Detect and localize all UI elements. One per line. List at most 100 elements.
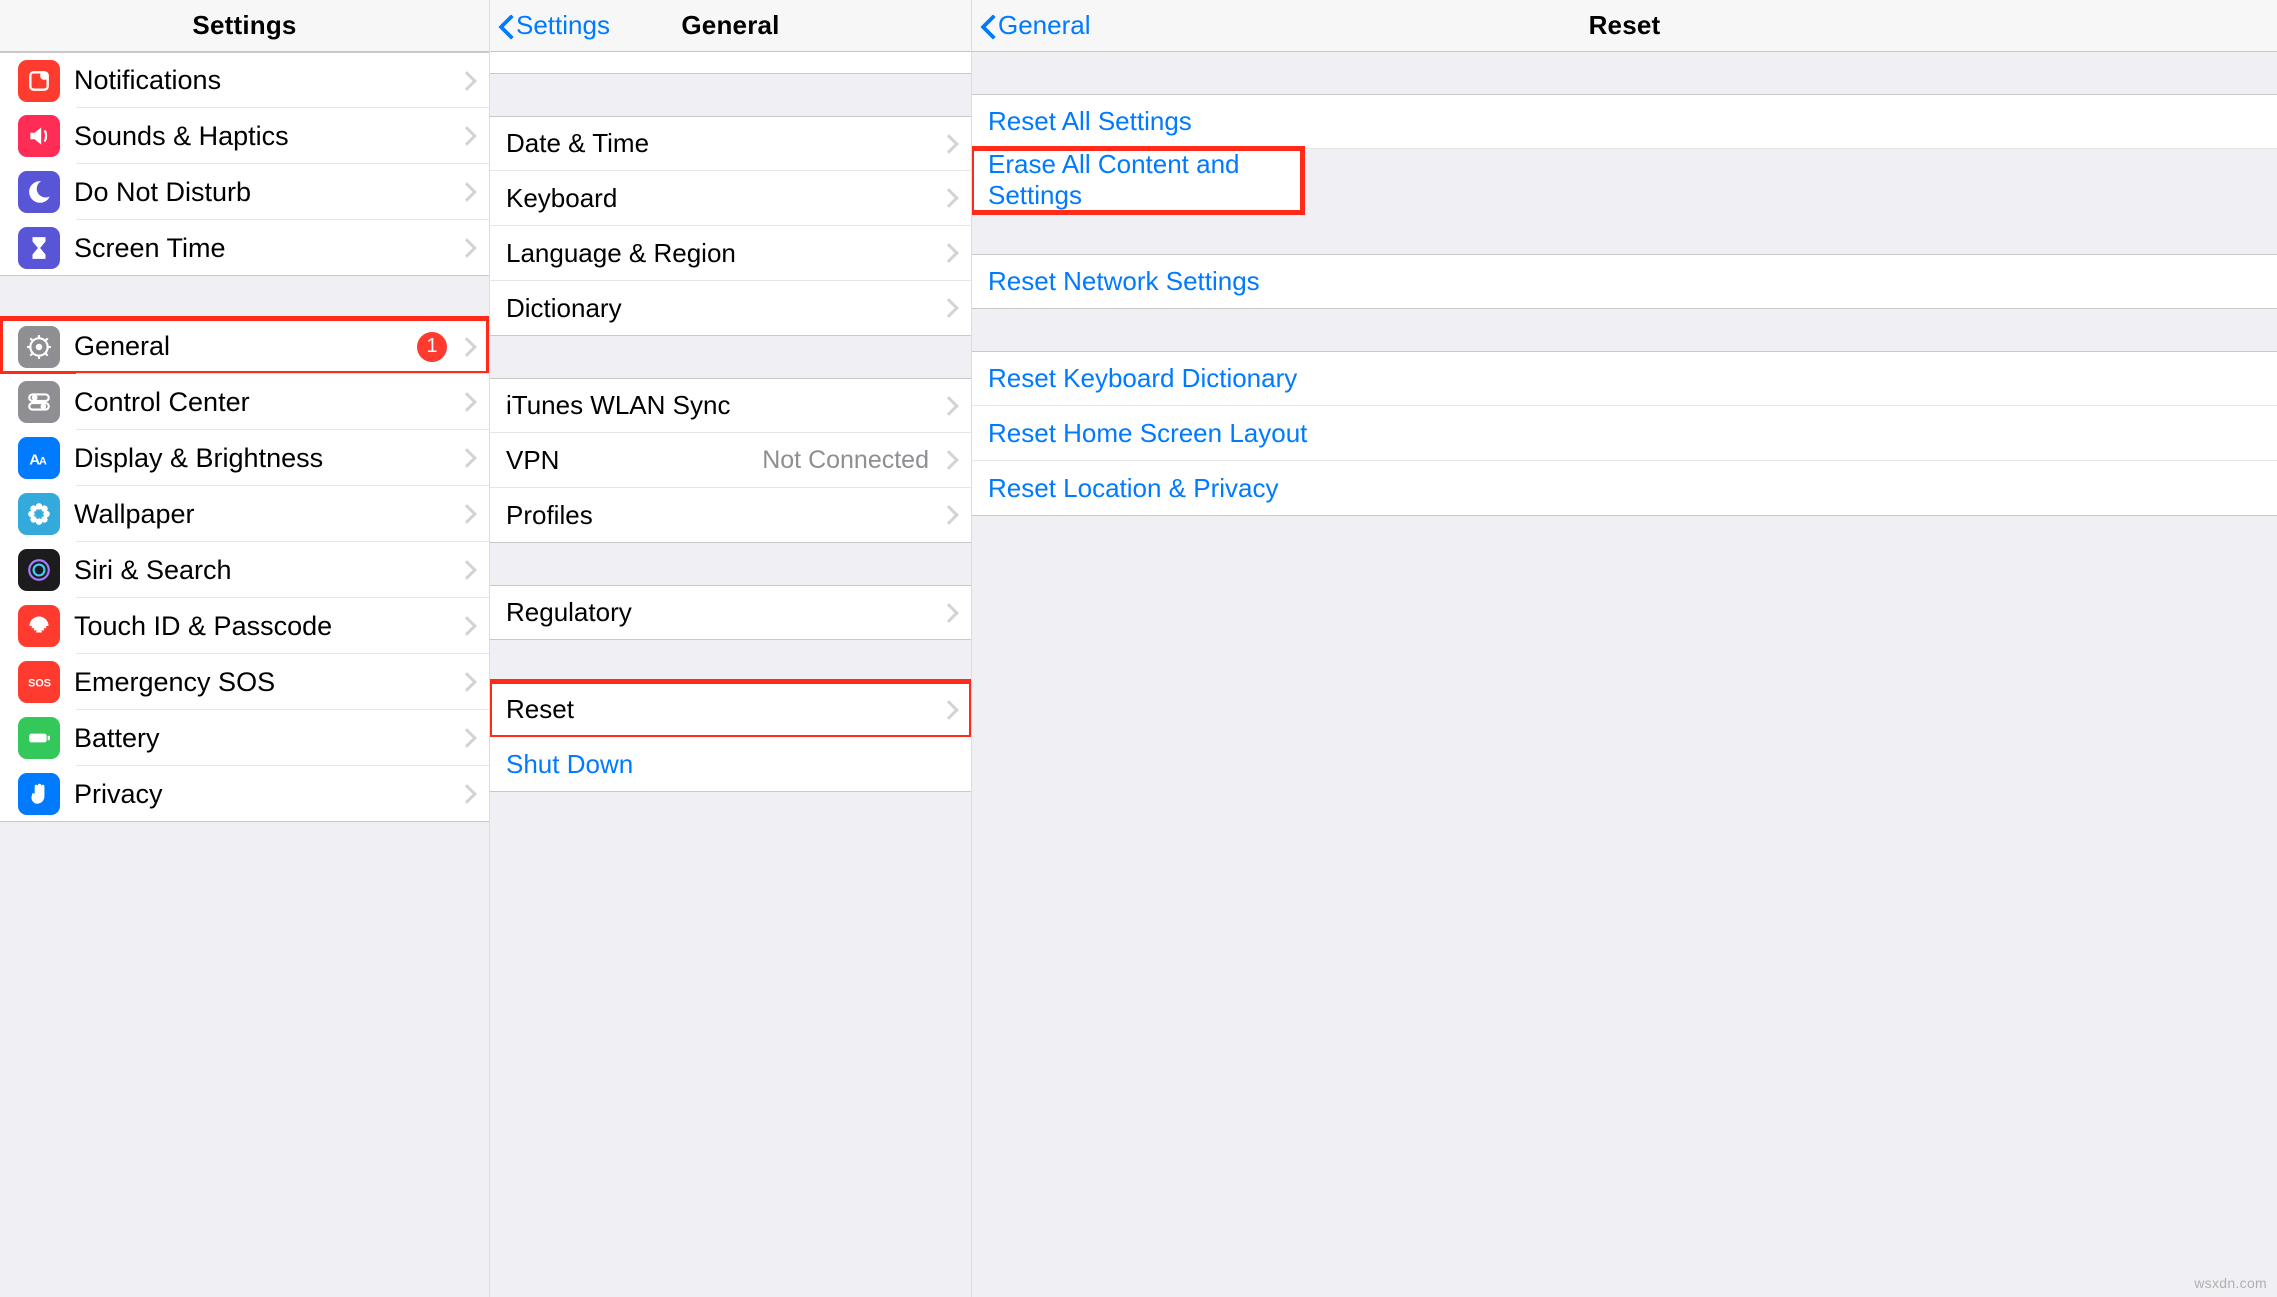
row-reset[interactable]: Reset [490,682,971,737]
row-label: Reset Network Settings [988,266,2261,297]
general-pane: Settings General Date & Time Keyboard La… [490,0,972,1297]
row-label: Notifications [74,65,455,96]
row-vpn[interactable]: VPN Not Connected [490,433,971,488]
row-label: Erase All Content and Settings [988,149,1286,211]
chevron-right-icon [461,672,473,692]
group-separator [972,52,2277,94]
row-label: Screen Time [74,233,455,264]
chevron-right-icon [461,784,473,804]
row-label: Reset Keyboard Dictionary [988,363,2261,394]
row-screentime[interactable]: Screen Time [0,220,489,276]
row-siri[interactable]: Siri & Search [0,542,489,598]
gear-icon [18,326,60,368]
row-dictionary[interactable]: Dictionary [490,281,971,336]
row-touchid[interactable]: Touch ID & Passcode [0,598,489,654]
row-reset-net[interactable]: Reset Network Settings [972,254,2277,309]
row-label: Language & Region [506,238,937,269]
row-label: Profiles [506,500,937,531]
settings-pane: Settings Notifications Sounds & Haptics … [0,0,490,1297]
settings-navbar: Settings [0,0,489,52]
chevron-right-icon [943,298,955,318]
hourglass-icon [18,227,60,269]
row-label: Siri & Search [74,555,455,586]
back-to-general[interactable]: General [980,0,1091,51]
row-keyboard[interactable]: Keyboard [490,171,971,226]
group-separator [490,543,971,585]
back-label: Settings [516,10,610,41]
row-label: Dictionary [506,293,937,324]
row-language[interactable]: Language & Region [490,226,971,281]
chevron-right-icon [461,238,473,258]
row-reset-kb[interactable]: Reset Keyboard Dictionary [972,351,2277,406]
group-separator [490,74,971,116]
chevron-left-icon [980,13,996,39]
row-profiles[interactable]: Profiles [490,488,971,543]
row-dnd[interactable]: Do Not Disturb [0,164,489,220]
row-label: Touch ID & Passcode [74,611,455,642]
row-notifications[interactable]: Notifications [0,52,489,108]
svg-text:SOS: SOS [28,677,51,689]
moon-icon [18,171,60,213]
reset-pane: General Reset Reset All Settings Erase A… [972,0,2277,1297]
chevron-right-icon [461,560,473,580]
chevron-right-icon [461,504,473,524]
chevron-right-icon [943,700,955,720]
row-reset-all[interactable]: Reset All Settings [972,94,2277,149]
row-privacy[interactable]: Privacy [0,766,489,822]
chevron-right-icon [461,392,473,412]
row-sounds[interactable]: Sounds & Haptics [0,108,489,164]
chevron-right-icon [461,616,473,636]
row-datetime[interactable]: Date & Time [490,116,971,171]
row-label: Do Not Disturb [74,177,455,208]
text-size-icon: AA [18,437,60,479]
group-separator [972,212,2277,254]
flower-icon [18,493,60,535]
row-label: Privacy [74,779,455,810]
row-label: Reset Location & Privacy [988,473,2261,504]
row-display[interactable]: AA Display & Brightness [0,430,489,486]
chevron-right-icon [943,188,955,208]
chevron-right-icon [943,505,955,525]
reset-navbar: General Reset [972,0,2277,52]
row-regulatory[interactable]: Regulatory [490,585,971,640]
row-controlcenter[interactable]: Control Center [0,374,489,430]
general-title: General [681,10,779,41]
reset-title: Reset [1589,10,1661,41]
settings-title: Settings [192,10,296,41]
chevron-right-icon [943,134,955,154]
row-erase-all[interactable]: Erase All Content and Settings [972,149,1302,212]
group-separator [972,309,2277,351]
back-to-settings[interactable]: Settings [498,0,610,51]
row-wallpaper[interactable]: Wallpaper [0,486,489,542]
row-shutdown[interactable]: Shut Down [490,737,971,792]
cut-row [490,52,971,74]
row-label: Regulatory [506,597,937,628]
chevron-left-icon [498,13,514,39]
row-label: Reset [506,694,937,725]
row-general[interactable]: General 1 [0,318,489,374]
back-label: General [998,10,1091,41]
group-separator [0,276,489,318]
toggles-icon [18,381,60,423]
row-reset-home[interactable]: Reset Home Screen Layout [972,406,2277,461]
row-label: Battery [74,723,455,754]
chevron-right-icon [943,450,955,470]
row-reset-loc[interactable]: Reset Location & Privacy [972,461,2277,516]
row-battery[interactable]: Battery [0,710,489,766]
row-label: Display & Brightness [74,443,455,474]
row-label: Keyboard [506,183,937,214]
row-sos[interactable]: SOS Emergency SOS [0,654,489,710]
fingerprint-icon [18,605,60,647]
battery-icon [18,717,60,759]
row-label: Emergency SOS [74,667,455,698]
chevron-right-icon [943,603,955,623]
general-badge: 1 [417,332,447,362]
row-label: Reset All Settings [988,106,2261,137]
row-label: Shut Down [506,749,955,780]
row-itunes[interactable]: iTunes WLAN Sync [490,378,971,433]
row-label: Control Center [74,387,455,418]
chevron-right-icon [943,243,955,263]
chevron-right-icon [461,182,473,202]
chevron-right-icon [461,337,473,357]
row-label: iTunes WLAN Sync [506,390,937,421]
